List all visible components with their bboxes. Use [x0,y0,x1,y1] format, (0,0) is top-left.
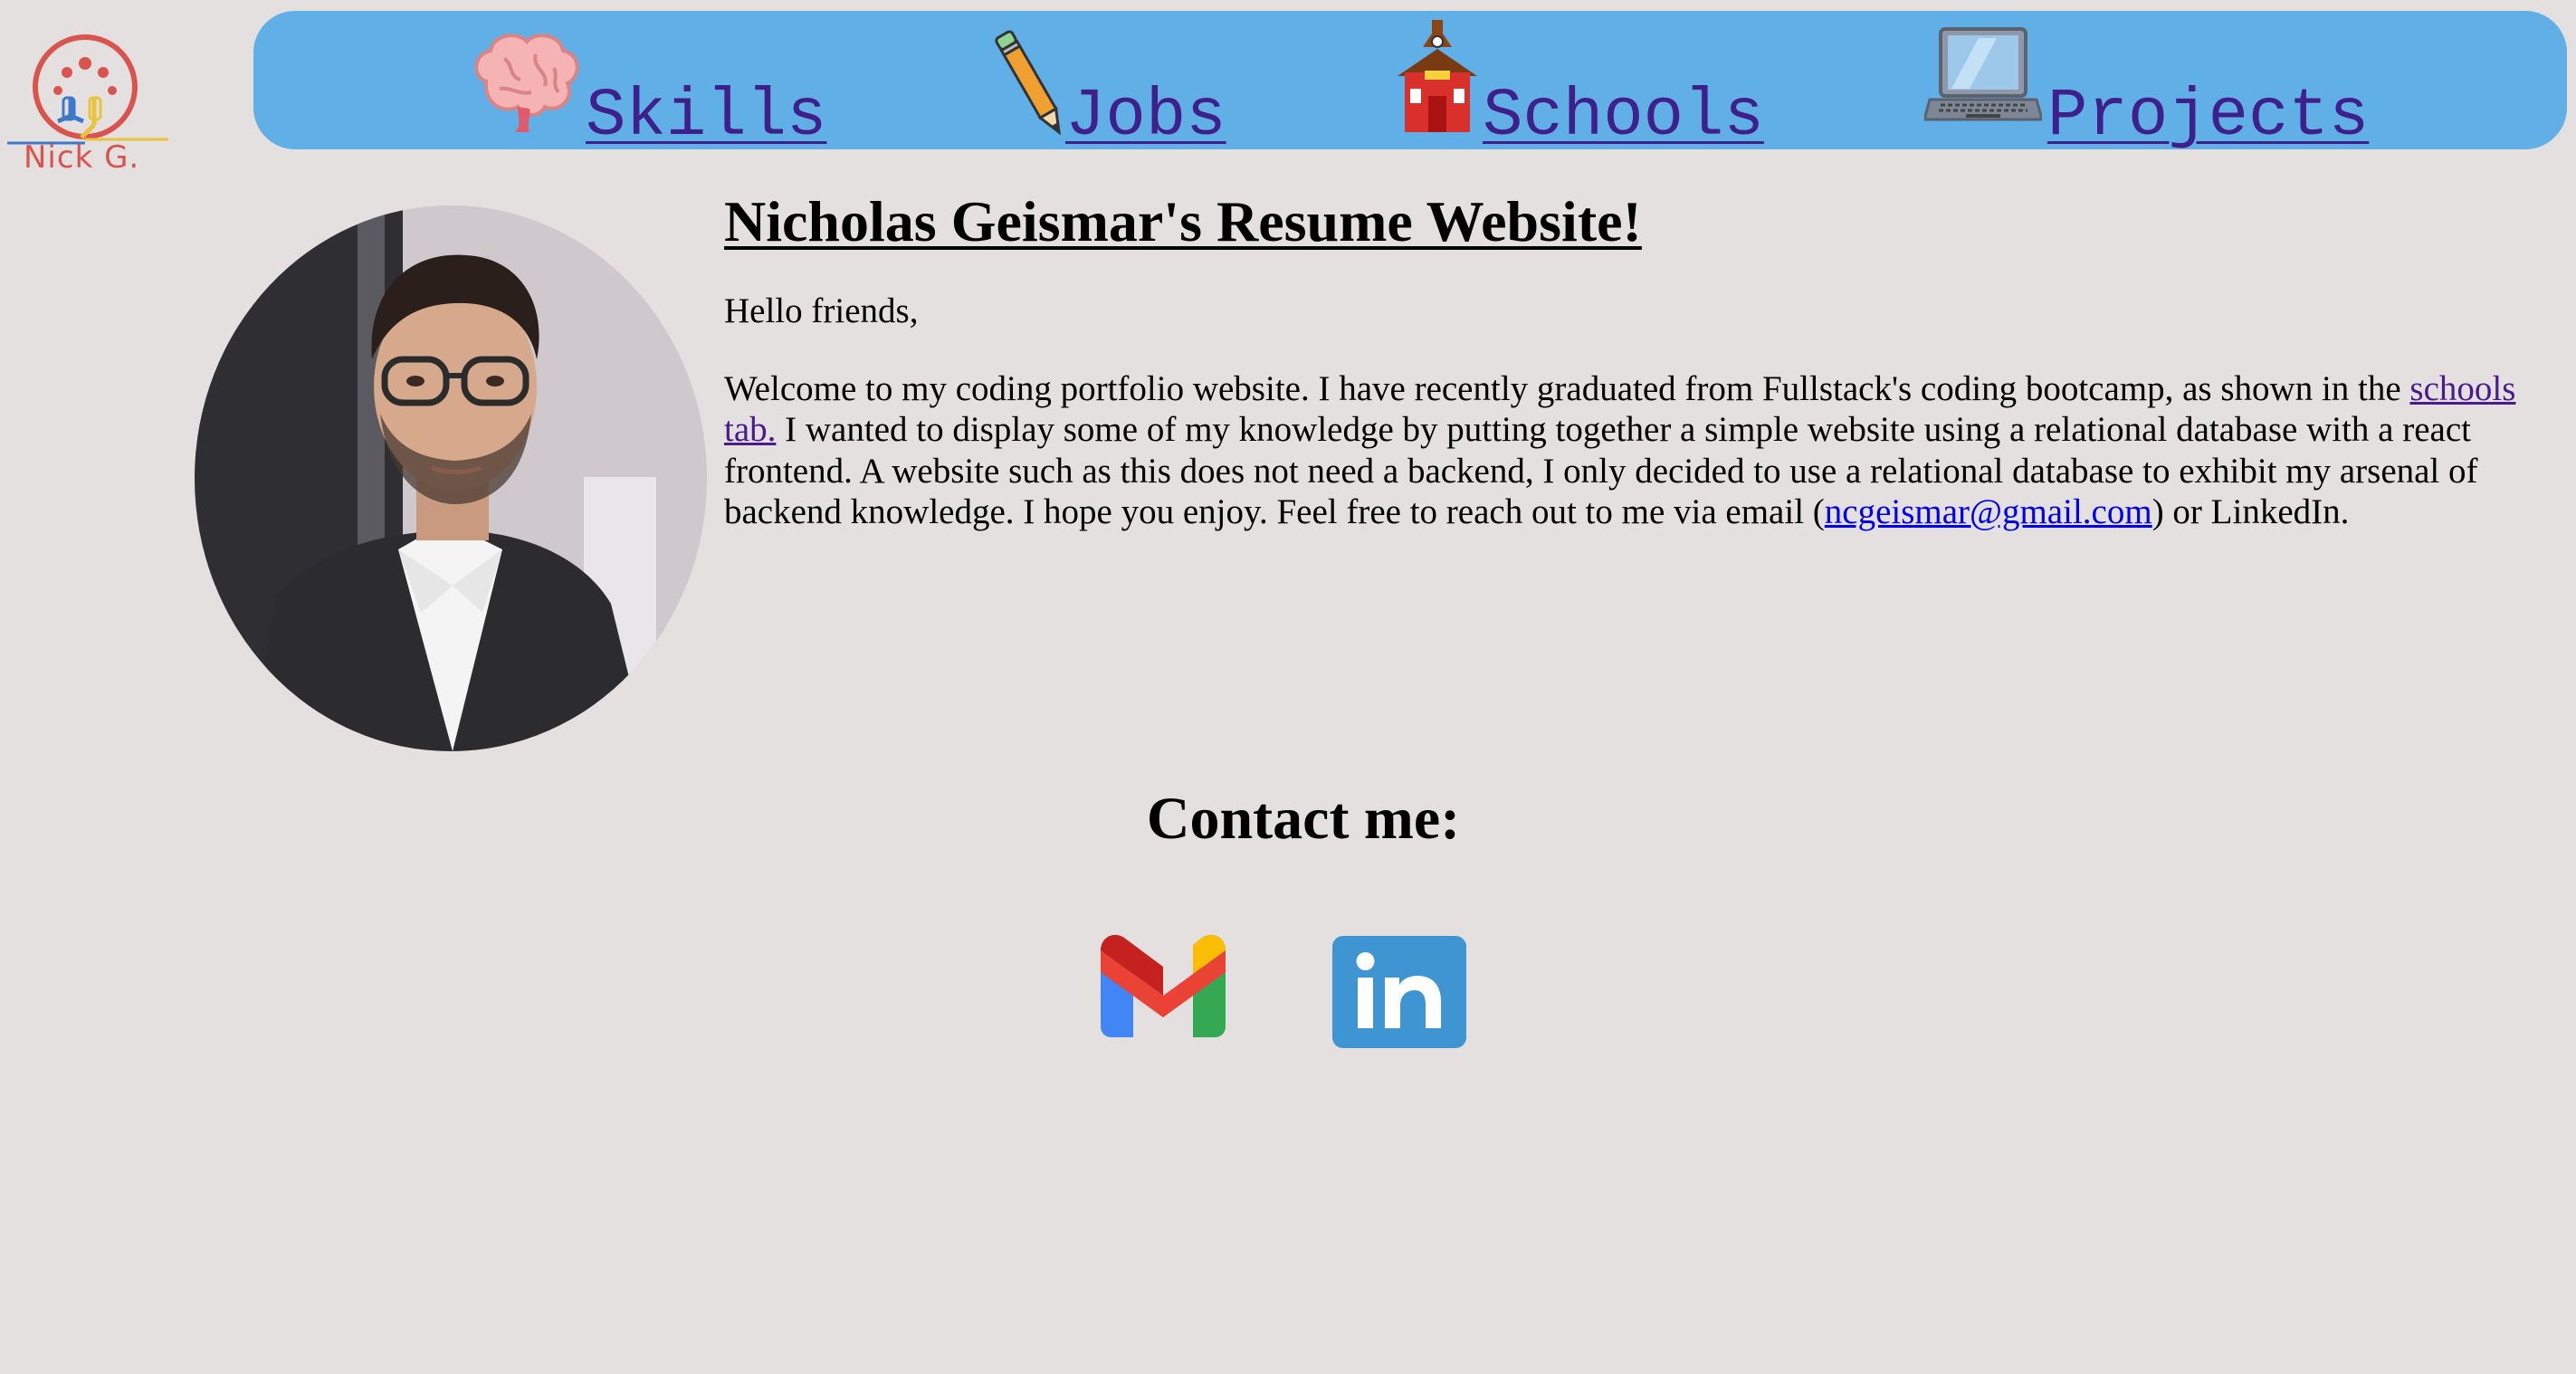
nav-label-skills: Skills [586,79,827,155]
email-link[interactable]: ncgeismar@gmail.com [1825,492,2152,531]
nav-label-schools: Schools [1483,79,1764,155]
intro-paragraph: Welcome to my coding portfolio website. … [724,368,2525,533]
nav-schools[interactable]: Schools [1396,16,1776,150]
nav-projects[interactable]: Projects [1924,25,2369,150]
contact-heading: Contact me: [1146,786,1461,852]
pencil-icon [995,30,1061,136]
linkedin-link[interactable] [1332,936,1466,1048]
gmail-icon [1101,934,1226,1037]
schoolhouse-icon [1398,20,1477,132]
intro-section: Nicholas Geismar's Resume Website! Hello… [724,186,2534,533]
greeting-text: Hello friends, [724,291,919,330]
brain-icon [474,33,579,132]
nav-label-projects: Projects [2047,79,2370,155]
page-title: Nicholas Geismar's Resume Website! [724,189,1642,253]
logo-text: Nick G. [24,139,140,176]
intro-text-1: Welcome to my coding portfolio website. … [724,368,2410,408]
intro-text-3: ) or LinkedIn. [2151,492,2350,531]
laptop-icon [1924,27,2042,121]
nav-jobs[interactable]: Jobs [991,27,1226,150]
profile-photo [195,205,707,751]
gmail-link[interactable] [1101,932,1226,1037]
profile-photo-image [195,205,707,751]
main-nav: Skills Jobs Schools Projects [253,11,2567,150]
linkedin-icon [1332,936,1466,1048]
nav-label-jobs: Jobs [1065,79,1226,155]
nav-skills[interactable]: Skills [468,27,848,150]
site-logo[interactable]: Nick G. [4,25,168,179]
